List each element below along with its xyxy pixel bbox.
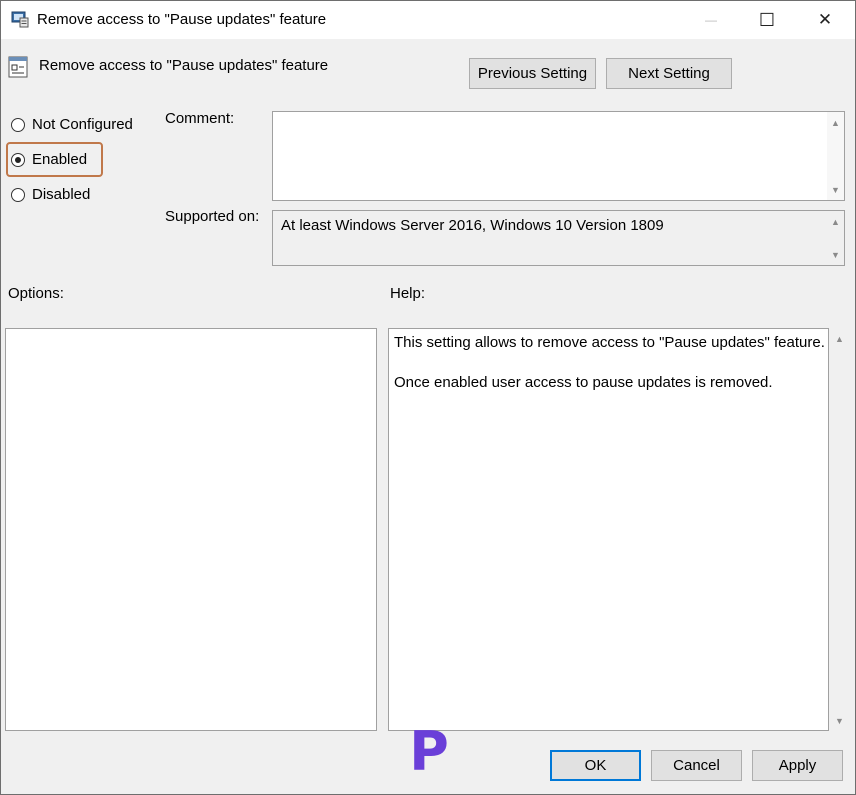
- watermark-logo: P: [409, 720, 449, 783]
- setting-title: Remove access to "Pause updates" feature: [39, 57, 329, 74]
- help-panel: This setting allows to remove access to …: [388, 328, 829, 731]
- help-scrollbar[interactable]: ▲ ▼: [831, 328, 848, 731]
- scroll-down-icon[interactable]: ▼: [831, 712, 848, 729]
- ok-button[interactable]: OK: [550, 750, 641, 781]
- apply-button[interactable]: Apply: [752, 750, 843, 781]
- comment-textarea[interactable]: ▲ ▼: [272, 111, 845, 201]
- close-icon: ✕: [817, 10, 833, 29]
- policy-setting-icon: [8, 56, 28, 78]
- supported-on-label: Supported on:: [165, 208, 260, 225]
- scroll-down-icon[interactable]: ▼: [827, 181, 844, 198]
- supported-on-field: At least Windows Server 2016, Windows 10…: [272, 210, 845, 266]
- radio-disabled[interactable]: Disabled: [11, 186, 90, 203]
- close-button[interactable]: ✕: [797, 1, 853, 39]
- title-bar[interactable]: Remove access to "Pause updates" feature…: [1, 1, 855, 39]
- scroll-down-icon[interactable]: ▼: [827, 246, 844, 263]
- previous-setting-button[interactable]: Previous Setting: [469, 58, 596, 89]
- policy-settings-icon: [11, 11, 29, 28]
- options-panel: [5, 328, 377, 731]
- radio-not-configured[interactable]: Not Configured: [11, 116, 133, 133]
- cancel-button[interactable]: Cancel: [651, 750, 742, 781]
- next-setting-button[interactable]: Next Setting: [606, 58, 732, 89]
- radio-enabled[interactable]: Enabled: [11, 151, 87, 168]
- scroll-up-icon[interactable]: ▲: [827, 213, 844, 230]
- window-title: Remove access to "Pause updates" feature: [37, 11, 327, 28]
- radio-label: Enabled: [32, 151, 88, 168]
- help-paragraph: This setting allows to remove access to …: [394, 334, 825, 351]
- radio-circle: [11, 117, 25, 132]
- comment-scrollbar[interactable]: ▲ ▼: [827, 112, 844, 200]
- radio-label: Disabled: [32, 186, 91, 203]
- options-label: Options:: [8, 285, 64, 302]
- radio-circle-selected: [11, 152, 25, 167]
- scroll-up-icon[interactable]: ▲: [827, 114, 844, 131]
- help-label: Help:: [390, 285, 426, 302]
- radio-label: Not Configured: [32, 116, 133, 133]
- comment-label: Comment:: [165, 110, 235, 127]
- supported-scrollbar[interactable]: ▲ ▼: [827, 211, 844, 265]
- maximize-icon: ☐: [758, 9, 776, 30]
- help-paragraph: Once enabled user access to pause update…: [394, 374, 773, 391]
- supported-on-value: At least Windows Server 2016, Windows 10…: [281, 217, 664, 234]
- scroll-up-icon[interactable]: ▲: [831, 330, 848, 347]
- policy-dialog-window: Remove access to "Pause updates" feature…: [0, 0, 856, 795]
- minimize-button[interactable]: —: [683, 1, 739, 39]
- minimize-icon: —: [705, 13, 717, 27]
- radio-circle: [11, 187, 25, 202]
- maximize-button[interactable]: ☐: [739, 1, 795, 39]
